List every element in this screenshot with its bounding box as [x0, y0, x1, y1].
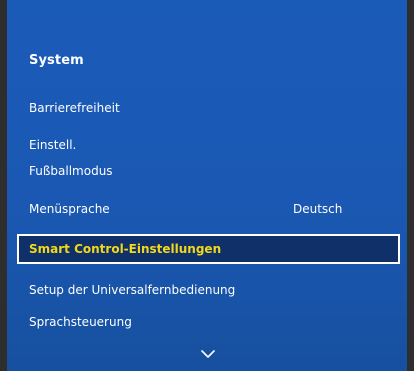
menu-item-label: Menüsprache	[29, 202, 110, 216]
menu-item-sprachsteuerung[interactable]: Sprachsteuerung	[29, 313, 385, 331]
menu-item-value: Deutsch	[293, 202, 343, 216]
chevron-down-icon[interactable]	[201, 349, 215, 359]
menu-item-fussballmodus[interactable]: Fußballmodus	[29, 162, 385, 180]
menu-item-menuesprache[interactable]: Menüsprache Deutsch	[29, 200, 385, 218]
menu-item-label: Einstell.	[29, 138, 77, 152]
menu-item-label: Setup der Universalfernbedienung	[29, 283, 236, 297]
menu-item-smart-control-einstellungen[interactable]: Smart Control-Einstellungen	[17, 234, 400, 264]
screen-frame: System Barrierefreiheit Einstell. Fußbal…	[0, 0, 414, 371]
menu-title: System	[29, 53, 84, 68]
menu-item-label: Barrierefreiheit	[29, 101, 120, 115]
menu-item-einstellungen[interactable]: Einstell.	[29, 136, 385, 154]
menu-item-barrierefreiheit[interactable]: Barrierefreiheit	[29, 99, 385, 117]
menu-item-label: Sprachsteuerung	[29, 315, 132, 329]
system-menu-panel: System Barrierefreiheit Einstell. Fußbal…	[7, 0, 407, 371]
menu-item-label: Smart Control-Einstellungen	[29, 242, 222, 256]
menu-item-universalfernbedienung[interactable]: Setup der Universalfernbedienung	[29, 281, 385, 299]
menu-item-label: Fußballmodus	[29, 164, 113, 178]
